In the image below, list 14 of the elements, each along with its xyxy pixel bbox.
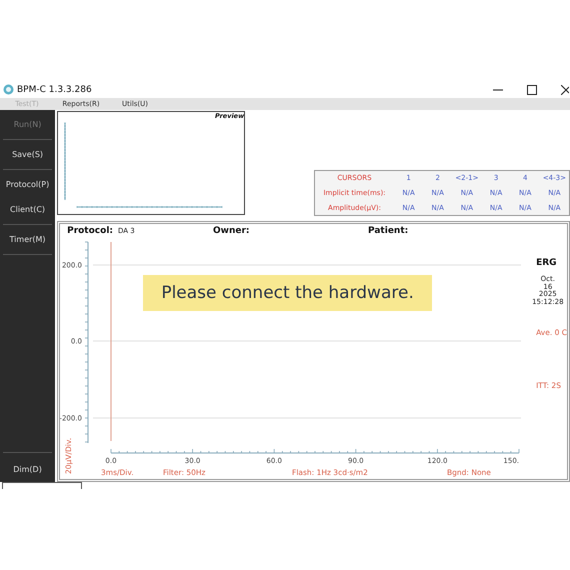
sidebar-button[interactable]: Save(S) <box>3 146 52 163</box>
patient-label: Patient: <box>368 226 408 236</box>
window-title: BPM-C 1.3.3.286 <box>17 84 92 94</box>
sidebar-button[interactable]: Protocol(P) <box>3 176 52 193</box>
close-icon[interactable] <box>561 84 569 94</box>
maximize-icon[interactable] <box>527 84 537 94</box>
sidebar-button[interactable]: Timer(M) <box>3 231 52 248</box>
hardware-warning-banner: Please connect the hardware. <box>143 275 432 311</box>
owner-label: Owner: <box>213 226 251 236</box>
sidebar-button[interactable]: Dim(D) <box>3 461 52 478</box>
test-type: ERG <box>536 258 557 268</box>
sidebar-button[interactable]: Client(C) <box>3 201 52 218</box>
app-logo-icon <box>3 84 14 95</box>
protocol-label: Protocol: <box>67 226 113 236</box>
